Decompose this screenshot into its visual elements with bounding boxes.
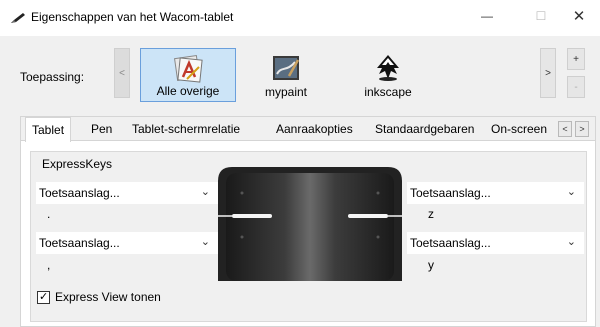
app-scroll-right-button[interactable]: > <box>540 48 556 98</box>
tab-scroll-left-button[interactable]: < <box>558 121 572 137</box>
expresskey-top-left-dropdown[interactable]: Toetsaanslag... ⌄ <box>36 182 218 204</box>
window-title: Eigenschappen van het Wacom-tablet <box>31 10 234 24</box>
tab-on-screen[interactable]: On-screen <box>491 122 559 136</box>
remove-application-button[interactable]: - <box>567 76 585 98</box>
close-icon: ✕ <box>572 8 586 25</box>
app-tile-inkscape[interactable]: inkscape <box>340 48 436 102</box>
expresskey-bottom-left-value: , <box>47 258 51 272</box>
tab-touch-options[interactable]: Aanraakopties <box>276 122 353 136</box>
inkscape-icon <box>377 55 399 81</box>
tab-tablet[interactable]: Tablet <box>25 117 72 142</box>
chevron-right-icon: > <box>579 124 585 134</box>
chevron-down-icon: ⌄ <box>200 236 210 248</box>
dropdown-value: Toetsaanslag... <box>410 186 491 200</box>
app-tile-mypaint[interactable]: mypaint <box>238 48 334 102</box>
app-tile-all-other[interactable]: Alle overige <box>140 48 236 102</box>
express-view-checkbox[interactable]: ✓ <box>37 291 50 304</box>
application-label: Toepassing: <box>20 70 85 84</box>
tab-standard-gestures[interactable]: Standaardgebaren <box>375 122 474 136</box>
chevron-down-icon: ⌄ <box>566 186 576 198</box>
tab-scroll-right-button[interactable]: > <box>575 121 589 137</box>
add-application-button[interactable]: + <box>567 48 585 70</box>
tab-pen[interactable]: Pen <box>91 122 112 136</box>
mypaint-icon <box>273 56 300 80</box>
expresskey-top-right-dropdown[interactable]: Toetsaanslag... ⌄ <box>407 182 584 204</box>
minimize-icon: — <box>481 9 493 23</box>
chevron-down-icon: ⌄ <box>200 186 210 198</box>
expresskey-top-left-value: . <box>47 207 51 221</box>
expresskeys-group-label: ExpressKeys <box>42 157 113 171</box>
minus-icon: - <box>574 81 578 93</box>
chevron-left-icon: < <box>562 124 568 134</box>
app-tile-label: mypaint <box>264 85 308 99</box>
chevron-right-icon: > <box>545 67 551 79</box>
chevron-down-icon: ⌄ <box>566 236 576 248</box>
expresskey-bottom-right-dropdown[interactable]: Toetsaanslag... ⌄ <box>407 232 584 254</box>
express-view-label[interactable]: Express View tonen <box>55 290 161 304</box>
check-mark-icon: ✓ <box>39 291 49 303</box>
wacom-pen-icon <box>11 13 25 23</box>
app-scroll-left-button[interactable]: < <box>114 48 130 98</box>
expresskey-bottom-left-dropdown[interactable]: Toetsaanslag... ⌄ <box>36 232 218 254</box>
tablet-expresskeys-illustration <box>218 167 402 281</box>
dropdown-value: Toetsaanslag... <box>410 236 491 250</box>
maximize-icon: ☐ <box>535 9 547 23</box>
dropdown-value: Toetsaanslag... <box>39 236 120 250</box>
expresskey-bottom-right-value: y <box>428 258 434 272</box>
chevron-left-icon: < <box>119 67 125 79</box>
all-apps-icon <box>174 55 203 83</box>
minimize-button[interactable]: — <box>464 0 510 32</box>
close-button[interactable]: ✕ <box>556 0 600 32</box>
title-bar: Eigenschappen van het Wacom-tablet — ☐ ✕ <box>0 0 600 36</box>
tab-bar: Tablet Pen Tablet-schermrelatie Aanraako… <box>21 117 595 142</box>
plus-icon: + <box>573 53 579 65</box>
dropdown-value: Toetsaanslag... <box>39 186 120 200</box>
app-tile-label: inkscape <box>364 85 412 99</box>
expresskey-top-right-value: z <box>428 207 434 221</box>
app-tile-label: Alle overige <box>156 84 220 98</box>
tab-tablet-screen-mapping[interactable]: Tablet-schermrelatie <box>132 122 240 136</box>
